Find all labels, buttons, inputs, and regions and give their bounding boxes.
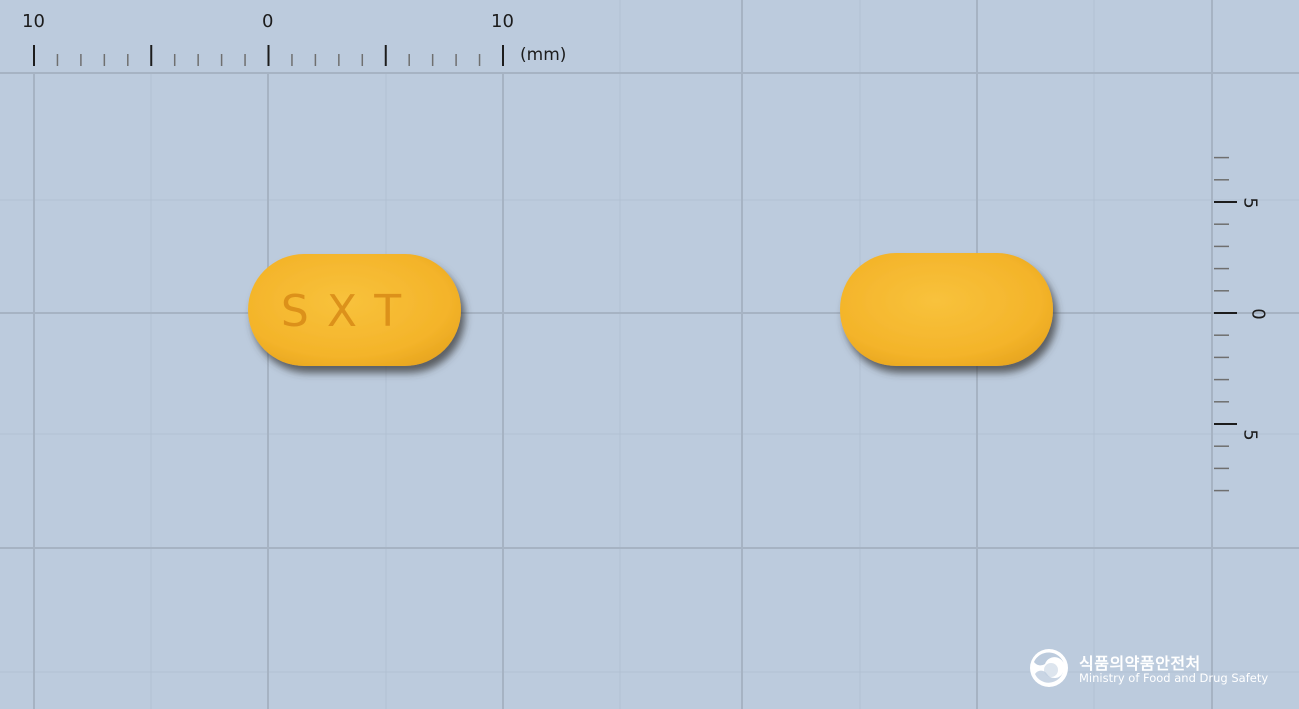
right-ruler-label-center: 0 bbox=[1247, 308, 1269, 320]
top-ruler-unit: (mm) bbox=[520, 45, 567, 65]
grid-major-lines bbox=[0, 0, 1299, 709]
tablet-back-body bbox=[840, 253, 1053, 366]
government-emblem-icon bbox=[1030, 649, 1068, 687]
pill-identification-image: SXT 10 0 10 (mm) 5 0 5 식품의약품안전처 Ministry… bbox=[0, 0, 1299, 709]
right-ruler-label-top: 5 bbox=[1239, 197, 1261, 209]
right-ruler-label-bottom: 5 bbox=[1239, 429, 1261, 441]
top-ruler-label-right: 10 bbox=[491, 11, 514, 32]
grid-minor-lines bbox=[0, 0, 1299, 709]
top-ruler-label-left: 10 bbox=[22, 11, 45, 32]
ministry-name-english: Ministry of Food and Drug Safety bbox=[1079, 671, 1269, 685]
top-ruler-ticks bbox=[33, 45, 504, 66]
top-ruler-label-center: 0 bbox=[262, 11, 274, 32]
tablet-back bbox=[840, 253, 1053, 366]
grid-background: SXT bbox=[0, 0, 1299, 709]
tablet-front-imprint: SXT bbox=[281, 286, 419, 337]
right-ruler-ticks bbox=[1214, 156, 1237, 492]
